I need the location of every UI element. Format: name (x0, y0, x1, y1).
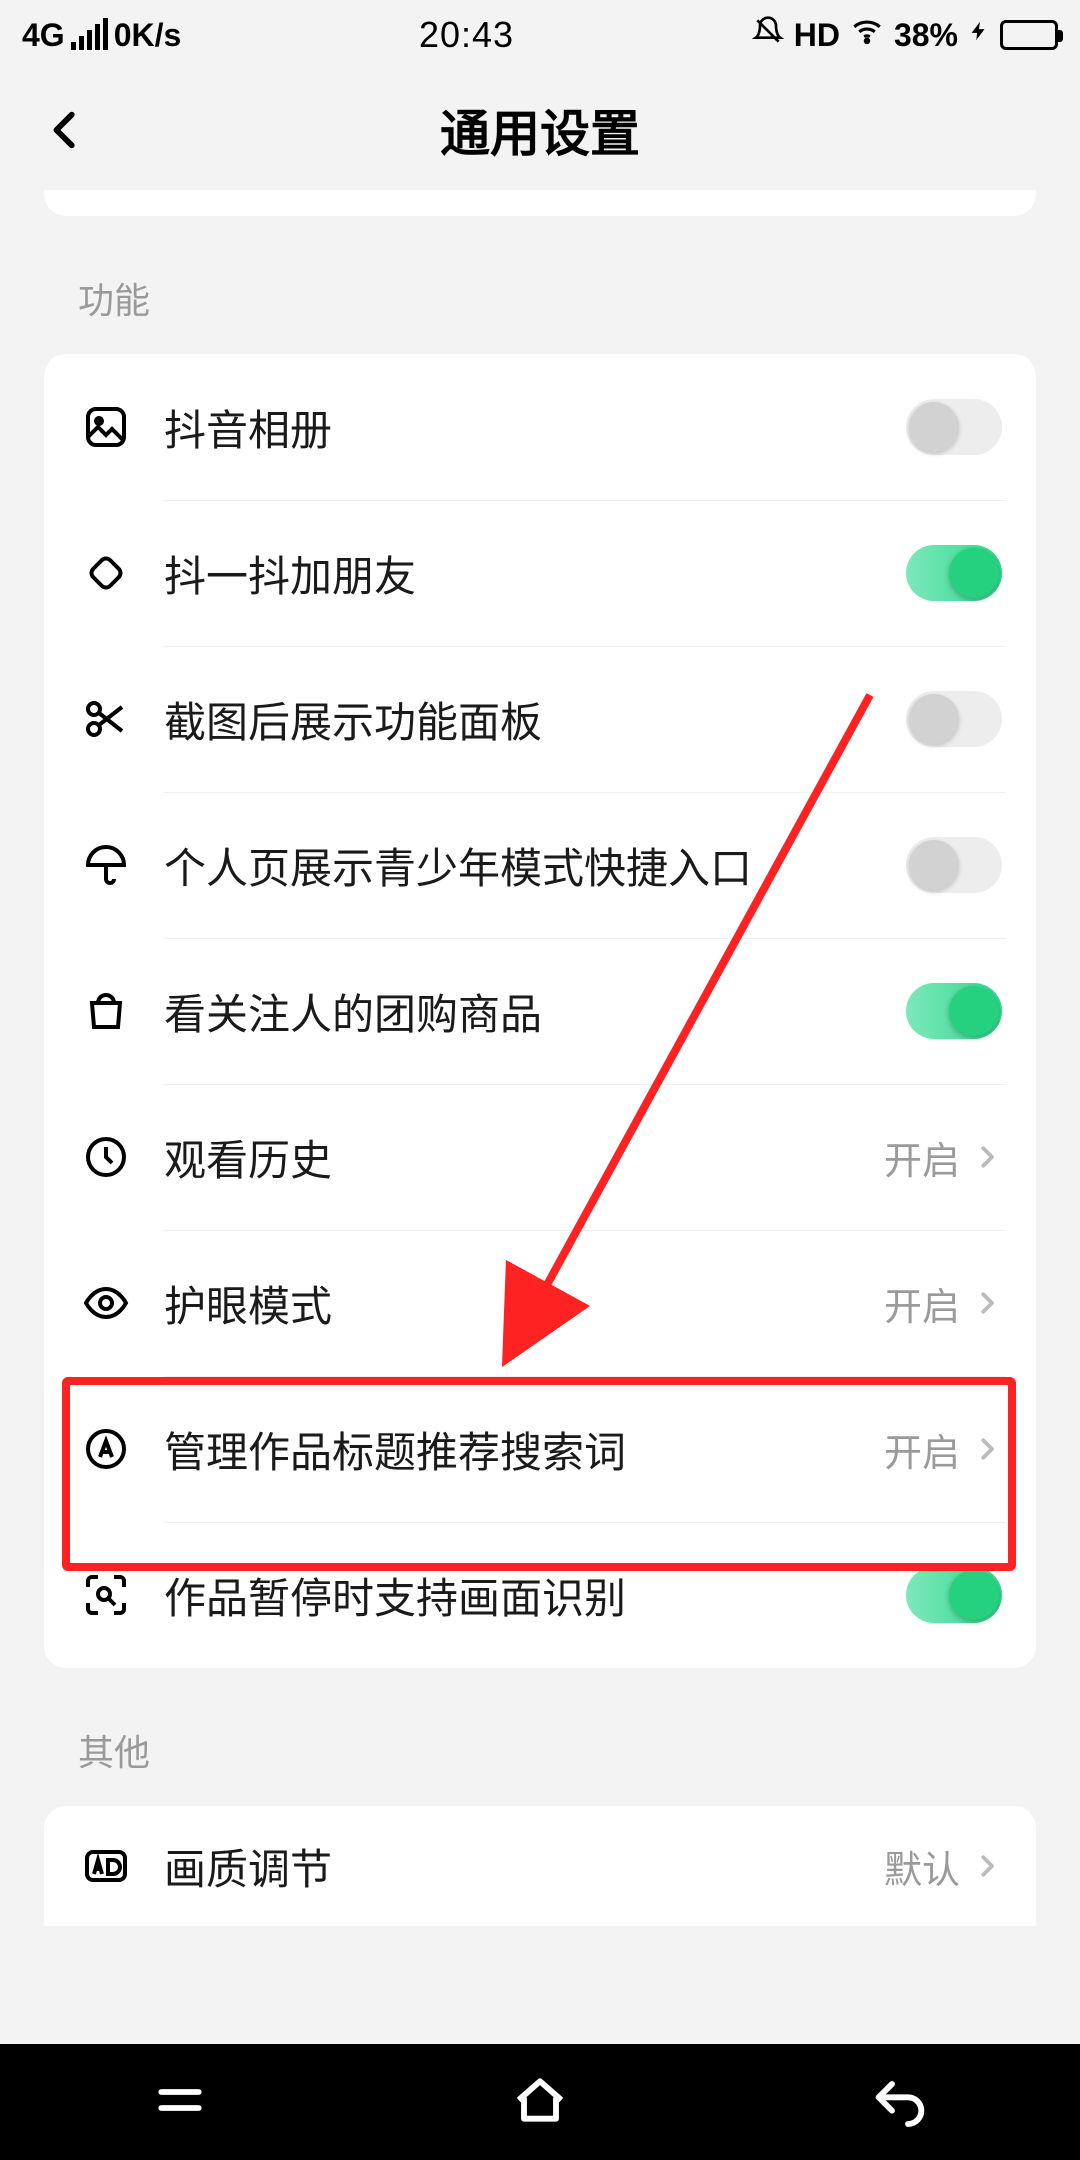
chevron-right-icon (972, 1434, 1002, 1464)
features-card: 抖音相册 抖一抖加朋友 截图后展示功能面板 个人页展示青少年模式快捷入口 (44, 354, 1036, 1668)
eye-icon (78, 1275, 134, 1331)
mute-icon (752, 15, 784, 55)
row-label: 抖音相册 (164, 397, 906, 458)
nav-header: 通用设置 (0, 70, 1080, 190)
letter-a-circle-icon (78, 1421, 134, 1477)
row-label: 个人页展示青少年模式快捷入口 (164, 835, 906, 896)
status-right: HD 38% (752, 14, 1058, 56)
row-watch-history[interactable]: 观看历史 开启 (44, 1084, 1036, 1230)
image-icon (78, 399, 134, 455)
hd-label: HD (794, 17, 840, 54)
row-shake-add-friend[interactable]: 抖一抖加朋友 (44, 500, 1036, 646)
row-label: 截图后展示功能面板 (164, 689, 906, 750)
row-quality-adjust[interactable]: 画质调节 默认 (44, 1806, 1036, 1926)
row-label: 看关注人的团购商品 (164, 981, 906, 1042)
row-value: 默认 (884, 1839, 960, 1894)
ad-icon (78, 1838, 134, 1894)
section-label-others: 其他 (0, 1668, 1080, 1796)
scan-icon (78, 1567, 134, 1623)
row-value: 开启 (884, 1276, 960, 1331)
toggle-teen-mode-shortcut[interactable] (906, 837, 1002, 893)
chevron-right-icon (972, 1142, 1002, 1172)
row-label: 抖一抖加朋友 (164, 543, 906, 604)
signal-icon (71, 20, 108, 50)
row-manage-search-keywords[interactable]: 管理作品标题推荐搜索词 开启 (44, 1376, 1036, 1522)
charging-icon (968, 16, 990, 54)
row-value: 开启 (884, 1130, 960, 1185)
shopping-bag-icon (78, 983, 134, 1039)
row-value: 开启 (884, 1422, 960, 1477)
section-label-features: 功能 (0, 216, 1080, 344)
toggle-pause-recognition[interactable] (906, 1567, 1002, 1623)
row-label: 护眼模式 (164, 1273, 884, 1334)
row-label: 观看历史 (164, 1127, 884, 1188)
battery-icon (1000, 20, 1058, 50)
clock-icon (78, 1129, 134, 1185)
scissors-icon (78, 691, 134, 747)
row-teen-mode-shortcut[interactable]: 个人页展示青少年模式快捷入口 (44, 792, 1036, 938)
home-button[interactable] (508, 2068, 572, 2137)
toggle-douyin-album[interactable] (906, 399, 1002, 455)
toggle-shake-add-friend[interactable] (906, 545, 1002, 601)
wifi-icon (850, 14, 884, 56)
row-screenshot-panel[interactable]: 截图后展示功能面板 (44, 646, 1036, 792)
chevron-right-icon (972, 1288, 1002, 1318)
row-label: 管理作品标题推荐搜索词 (164, 1419, 884, 1480)
status-left: 4G 0K/s (22, 17, 181, 54)
page-title: 通用设置 (36, 94, 1044, 166)
previous-card-sliver (44, 190, 1036, 216)
shake-icon (78, 545, 134, 601)
recent-apps-button[interactable] (148, 2068, 212, 2137)
status-bar: 4G 0K/s 20:43 HD 38% (0, 0, 1080, 70)
row-pause-recognition[interactable]: 作品暂停时支持画面识别 (44, 1522, 1036, 1668)
network-label: 4G (22, 17, 65, 54)
toggle-follow-groupbuy[interactable] (906, 983, 1002, 1039)
toggle-screenshot-panel[interactable] (906, 691, 1002, 747)
chevron-right-icon (972, 1851, 1002, 1881)
status-time: 20:43 (181, 14, 751, 56)
back-system-button[interactable] (868, 2068, 932, 2137)
row-douyin-album[interactable]: 抖音相册 (44, 354, 1036, 500)
battery-pct: 38% (894, 17, 958, 54)
row-eye-care[interactable]: 护眼模式 开启 (44, 1230, 1036, 1376)
row-label: 作品暂停时支持画面识别 (164, 1565, 906, 1626)
umbrella-icon (78, 837, 134, 893)
others-card: 画质调节 默认 (44, 1806, 1036, 1926)
network-speed: 0K/s (114, 17, 182, 54)
system-nav-bar (0, 2044, 1080, 2160)
row-label: 画质调节 (164, 1836, 884, 1897)
row-follow-groupbuy[interactable]: 看关注人的团购商品 (44, 938, 1036, 1084)
